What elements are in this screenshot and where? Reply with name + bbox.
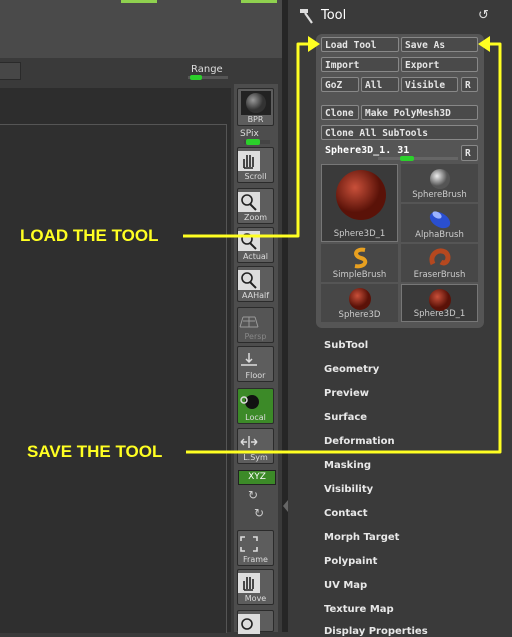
annotation-save-label: SAVE THE TOOL (27, 442, 163, 461)
annotation-load-label: LOAD THE TOOL (20, 226, 159, 245)
load-arrow (183, 42, 314, 238)
load-arrowhead (308, 36, 320, 52)
annotation-arrows (183, 36, 502, 454)
save-arrowhead (478, 36, 490, 52)
save-arrow (186, 42, 502, 454)
